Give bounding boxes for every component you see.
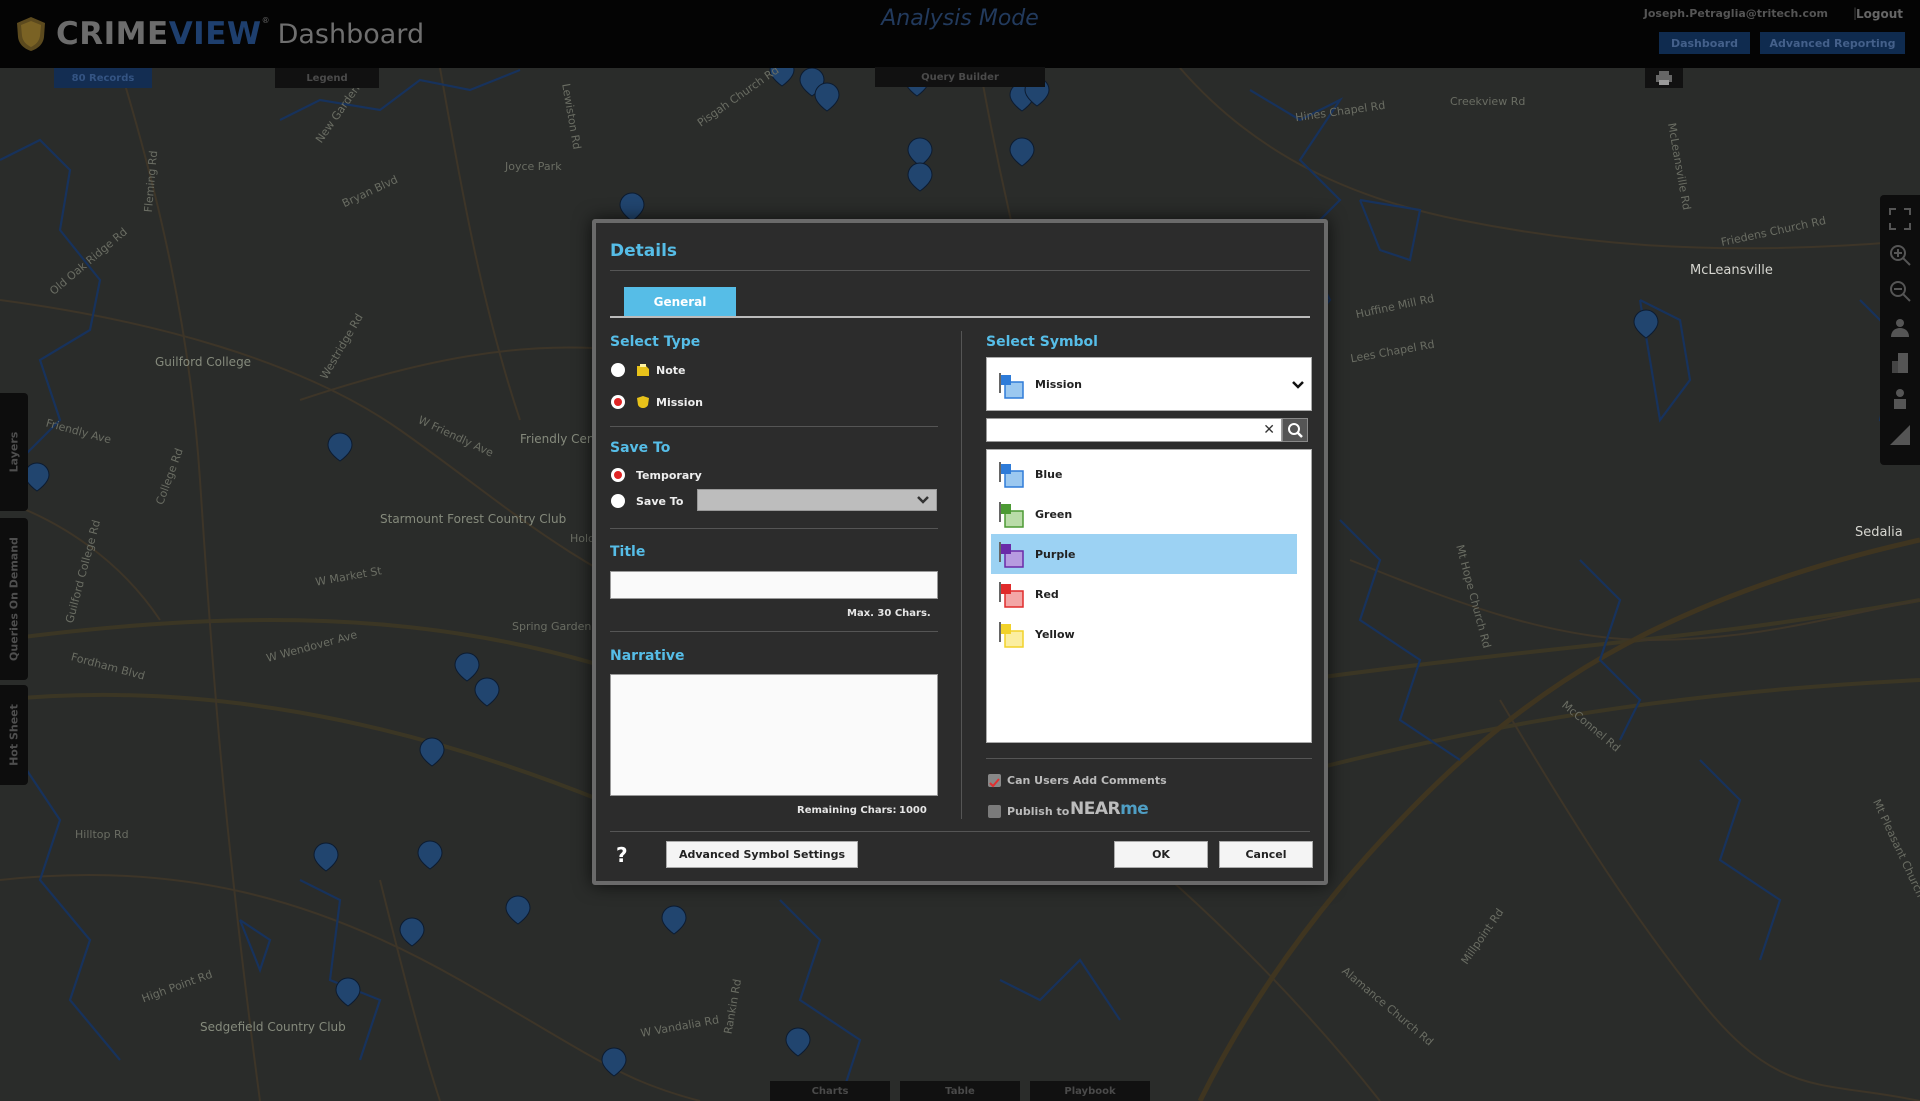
publish-label: Publish to xyxy=(1007,805,1070,818)
symbol-list[interactable]: Blue Green Purple Red Yellow xyxy=(986,449,1312,743)
mission-shield-icon xyxy=(637,396,649,408)
help-icon[interactable]: ? xyxy=(616,843,628,867)
divider xyxy=(610,831,1310,832)
nearme-logo: NEARme xyxy=(1070,799,1149,819)
type-mission-label: Mission xyxy=(656,396,703,409)
allow-comments-checkbox[interactable] xyxy=(988,774,1001,788)
red-flag-icon xyxy=(999,582,1024,608)
clear-search-icon[interactable]: ✕ xyxy=(1263,422,1275,438)
save-temporary-radio[interactable] xyxy=(611,468,625,482)
select-symbol-heading: Select Symbol xyxy=(986,334,1098,350)
allow-comments-label: Can Users Add Comments xyxy=(1007,774,1167,787)
symbol-item-label: Purple xyxy=(1035,548,1076,561)
symbol-item-label: Blue xyxy=(1035,468,1063,481)
blue-flag-icon xyxy=(999,462,1024,488)
save-temporary-label: Temporary xyxy=(636,469,702,482)
search-button[interactable] xyxy=(1282,418,1308,442)
symbol-item-purple[interactable]: Purple xyxy=(991,534,1297,574)
symbol-item-yellow[interactable]: Yellow xyxy=(991,614,1297,654)
green-flag-icon xyxy=(999,502,1024,528)
symbol-item-red[interactable]: Red xyxy=(991,574,1297,614)
mission-flag-icon xyxy=(999,373,1024,399)
symbol-search-input[interactable]: ✕ xyxy=(986,418,1282,442)
nearme-near: NEAR xyxy=(1070,799,1121,819)
remaining-chars-label: Remaining Chars: xyxy=(797,805,897,816)
nearme-me: me xyxy=(1120,799,1149,819)
symbol-item-label: Red xyxy=(1035,588,1059,601)
divider xyxy=(986,758,1312,759)
divider xyxy=(610,426,938,427)
cancel-button[interactable]: Cancel xyxy=(1219,841,1313,868)
chevron-down-icon xyxy=(1292,381,1304,389)
title-heading: Title xyxy=(610,544,646,560)
purple-flag-icon xyxy=(999,542,1024,568)
narrative-textarea[interactable] xyxy=(610,674,938,796)
symbol-select-value: Mission xyxy=(1035,378,1082,391)
type-note-radio[interactable] xyxy=(611,363,625,377)
save-to-heading: Save To xyxy=(610,440,671,456)
search-icon xyxy=(1288,423,1303,438)
column-divider xyxy=(961,331,962,819)
details-dialog: Details General Select Type Note Mission… xyxy=(592,219,1328,885)
title-max-chars-hint: Max. 30 Chars. xyxy=(847,608,931,619)
symbol-select[interactable]: Mission xyxy=(986,357,1312,411)
chevron-down-icon xyxy=(917,496,929,504)
remaining-chars-value: 1000 xyxy=(899,805,927,816)
symbol-item-blue[interactable]: Blue xyxy=(991,454,1297,494)
yellow-flag-icon xyxy=(999,622,1024,648)
tab-underline xyxy=(610,316,1310,318)
title-input[interactable] xyxy=(610,571,938,599)
divider xyxy=(610,528,938,529)
save-to-radio[interactable] xyxy=(611,494,625,508)
note-icon xyxy=(637,364,649,376)
publish-nearme-checkbox[interactable] xyxy=(988,805,1001,818)
divider xyxy=(610,631,938,632)
tab-general[interactable]: General xyxy=(624,287,736,317)
symbol-item-green[interactable]: Green xyxy=(991,494,1297,534)
symbol-item-label: Yellow xyxy=(1035,628,1075,641)
narrative-heading: Narrative xyxy=(610,648,685,664)
select-type-heading: Select Type xyxy=(610,334,701,350)
divider xyxy=(610,270,1310,271)
save-to-label: Save To xyxy=(636,495,684,508)
type-note-label: Note xyxy=(656,364,686,377)
symbol-item-label: Green xyxy=(1035,508,1073,521)
dialog-title: Details xyxy=(610,241,678,261)
checkmark-icon xyxy=(989,778,1000,788)
advanced-symbol-settings-button[interactable]: Advanced Symbol Settings xyxy=(666,841,858,868)
ok-button[interactable]: OK xyxy=(1114,841,1208,868)
type-mission-radio[interactable] xyxy=(611,395,625,409)
save-to-select[interactable] xyxy=(697,489,937,511)
